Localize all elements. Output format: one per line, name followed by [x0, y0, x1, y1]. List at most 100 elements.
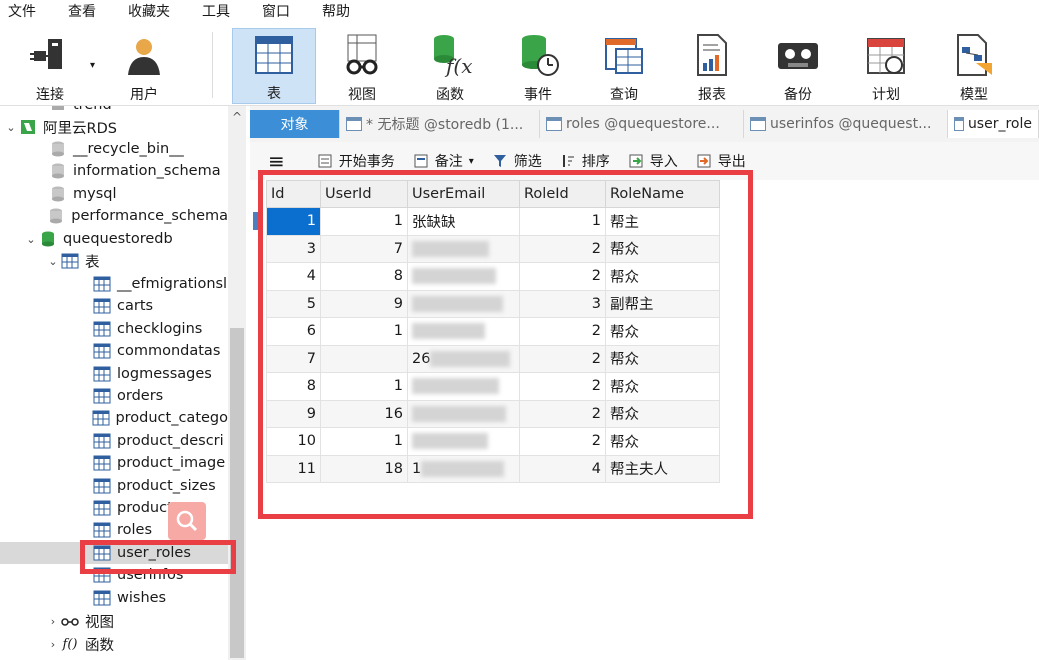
cell-useremail[interactable] — [407, 427, 520, 456]
tree-group-partial[interactable]: › — [0, 655, 228, 660]
table-row[interactable]: 3 7 2 帮众 — [266, 234, 720, 263]
data-grid[interactable]: Id UserId UserEmail RoleId RoleName 1 1 张缺… — [266, 180, 720, 483]
cell-useremail[interactable]: 1 — [407, 454, 520, 483]
tab-user-roles[interactable]: user_role — [948, 110, 1039, 138]
menu-help[interactable]: 帮助 — [314, 0, 362, 24]
cell-useremail[interactable] — [407, 234, 520, 263]
sidebar-scrollbar[interactable]: ^ — [228, 106, 246, 660]
export-button[interactable]: 导出 — [696, 151, 746, 171]
cell-userid[interactable]: 1 — [320, 372, 408, 401]
table-row[interactable]: 5 9 3 副帮主 — [266, 289, 720, 318]
cell-roleid[interactable]: 2 — [519, 399, 606, 428]
backup-button[interactable]: 备份 — [756, 28, 840, 104]
table-row[interactable]: 9 16 2 帮众 — [266, 399, 720, 428]
cell-rolename[interactable]: 帮主夫人 — [605, 454, 720, 483]
cell-id[interactable]: 1 — [266, 207, 321, 236]
cell-roleid[interactable]: 3 — [519, 289, 606, 318]
cell-useremail[interactable]: 张缺缺 — [407, 207, 520, 236]
table-row[interactable]: 8 1 2 帮众 — [266, 372, 720, 401]
cell-id[interactable]: 10 — [266, 427, 321, 456]
cell-roleid[interactable]: 2 — [519, 234, 606, 263]
table-button[interactable]: 表 — [232, 28, 316, 104]
cell-id[interactable]: 8 — [266, 372, 321, 401]
begin-transaction-button[interactable]: 开始事务 — [317, 151, 395, 171]
cell-id[interactable]: 7 — [266, 344, 321, 373]
cell-id[interactable]: 4 — [266, 262, 321, 291]
cell-id[interactable]: 6 — [266, 317, 321, 346]
tree-group-functions[interactable]: › f() 函数 — [0, 633, 228, 655]
filter-button[interactable]: 筛选 — [492, 151, 542, 171]
menu-favorites[interactable]: 收藏夹 — [120, 0, 182, 24]
schedule-button[interactable]: 计划 — [844, 28, 928, 104]
import-button[interactable]: 导入 — [628, 151, 678, 171]
cell-userid[interactable]: 16 — [320, 399, 408, 428]
view-button[interactable]: 视图 — [320, 28, 404, 104]
column-header-id[interactable]: Id — [266, 180, 321, 208]
cell-roleid[interactable]: 1 — [519, 207, 606, 236]
cell-userid[interactable]: 1 — [320, 427, 408, 456]
cell-userid[interactable] — [320, 344, 408, 373]
table-row[interactable]: 7 26 2 帮众 — [266, 344, 720, 373]
chevron-right-icon[interactable]: › — [46, 638, 60, 651]
tree-table---efmigrationsl[interactable]: __efmigrationsl — [0, 273, 228, 295]
table-row[interactable]: 11 18 1 4 帮主夫人 — [266, 454, 720, 483]
cell-useremail[interactable]: 26 — [407, 344, 520, 373]
event-button[interactable]: 事件 — [496, 28, 580, 104]
cell-rolename[interactable]: 帮众 — [605, 262, 720, 291]
cell-userid[interactable]: 1 — [320, 207, 408, 236]
tree-table-orders[interactable]: orders — [0, 385, 228, 407]
cell-rolename[interactable]: 帮众 — [605, 317, 720, 346]
cell-userid[interactable]: 7 — [320, 234, 408, 263]
cell-roleid[interactable]: 2 — [519, 427, 606, 456]
tree-group-tables[interactable]: ⌄ 表 — [0, 250, 228, 272]
cell-userid[interactable]: 9 — [320, 289, 408, 318]
tree-item-partial[interactable]: trend — [0, 106, 228, 116]
tree-db-performance-schema[interactable]: performance_schema — [0, 205, 228, 227]
cell-rolename[interactable]: 副帮主 — [605, 289, 720, 318]
table-row[interactable]: 6 1 2 帮众 — [266, 317, 720, 346]
cell-userid[interactable]: 8 — [320, 262, 408, 291]
tree-table-logmessages[interactable]: logmessages — [0, 363, 228, 385]
cell-roleid[interactable]: 2 — [519, 262, 606, 291]
tree-table-product-image[interactable]: product_image — [0, 452, 228, 474]
tree-connection[interactable]: ⌄ 阿里云RDS — [0, 116, 228, 138]
table-row[interactable]: 1 1 张缺缺 1 帮主 — [266, 207, 720, 236]
user-button[interactable]: 用户 — [102, 28, 186, 104]
cell-id[interactable]: 3 — [266, 234, 321, 263]
chevron-down-icon[interactable]: ⌄ — [46, 255, 60, 268]
scroll-up-icon[interactable]: ^ — [228, 110, 246, 124]
tree-table-checklogins[interactable]: checklogins — [0, 318, 228, 340]
cell-roleid[interactable]: 4 — [519, 454, 606, 483]
cell-id[interactable]: 11 — [266, 454, 321, 483]
tree-table-commondatas[interactable]: commondatas — [0, 340, 228, 362]
cell-rolename[interactable]: 帮众 — [605, 344, 720, 373]
cell-rolename[interactable]: 帮众 — [605, 427, 720, 456]
tree-group-views[interactable]: › 视图 — [0, 610, 228, 632]
cell-useremail[interactable] — [407, 372, 520, 401]
report-button[interactable]: 报表 — [670, 28, 754, 104]
cell-rolename[interactable]: 帮主 — [605, 207, 720, 236]
cell-userid[interactable]: 1 — [320, 317, 408, 346]
cell-useremail[interactable] — [407, 317, 520, 346]
chevron-down-icon[interactable]: ⌄ — [4, 121, 18, 134]
menu-tools[interactable]: 工具 — [194, 0, 242, 24]
query-button[interactable]: 查询 — [582, 28, 666, 104]
cell-id[interactable]: 9 — [266, 399, 321, 428]
menu-file[interactable]: 文件 — [0, 0, 48, 24]
menu-window[interactable]: 窗口 — [254, 0, 302, 24]
tree-db-mysql[interactable]: mysql — [0, 183, 228, 205]
column-header-rolename[interactable]: RoleName — [605, 180, 720, 208]
tree-table-carts[interactable]: carts — [0, 295, 228, 317]
cell-useremail[interactable] — [407, 262, 520, 291]
function-button[interactable]: f(x) 函数 — [408, 28, 492, 104]
column-header-roleid[interactable]: RoleId — [519, 180, 606, 208]
tree-table-product-sizes[interactable]: product_sizes — [0, 475, 228, 497]
chevron-down-icon[interactable]: ▾ — [469, 156, 474, 167]
tree-db-information-schema[interactable]: information_schema — [0, 160, 228, 182]
sort-button[interactable]: 排序 — [560, 151, 610, 171]
connect-button[interactable]: 连接 — [8, 28, 92, 104]
tab-roles[interactable]: roles @quequestore... — [540, 110, 744, 138]
connect-dropdown-icon[interactable]: ▾ — [90, 60, 95, 71]
tab-userinfos[interactable]: userinfos @quequest... — [744, 110, 948, 138]
cell-roleid[interactable]: 2 — [519, 372, 606, 401]
